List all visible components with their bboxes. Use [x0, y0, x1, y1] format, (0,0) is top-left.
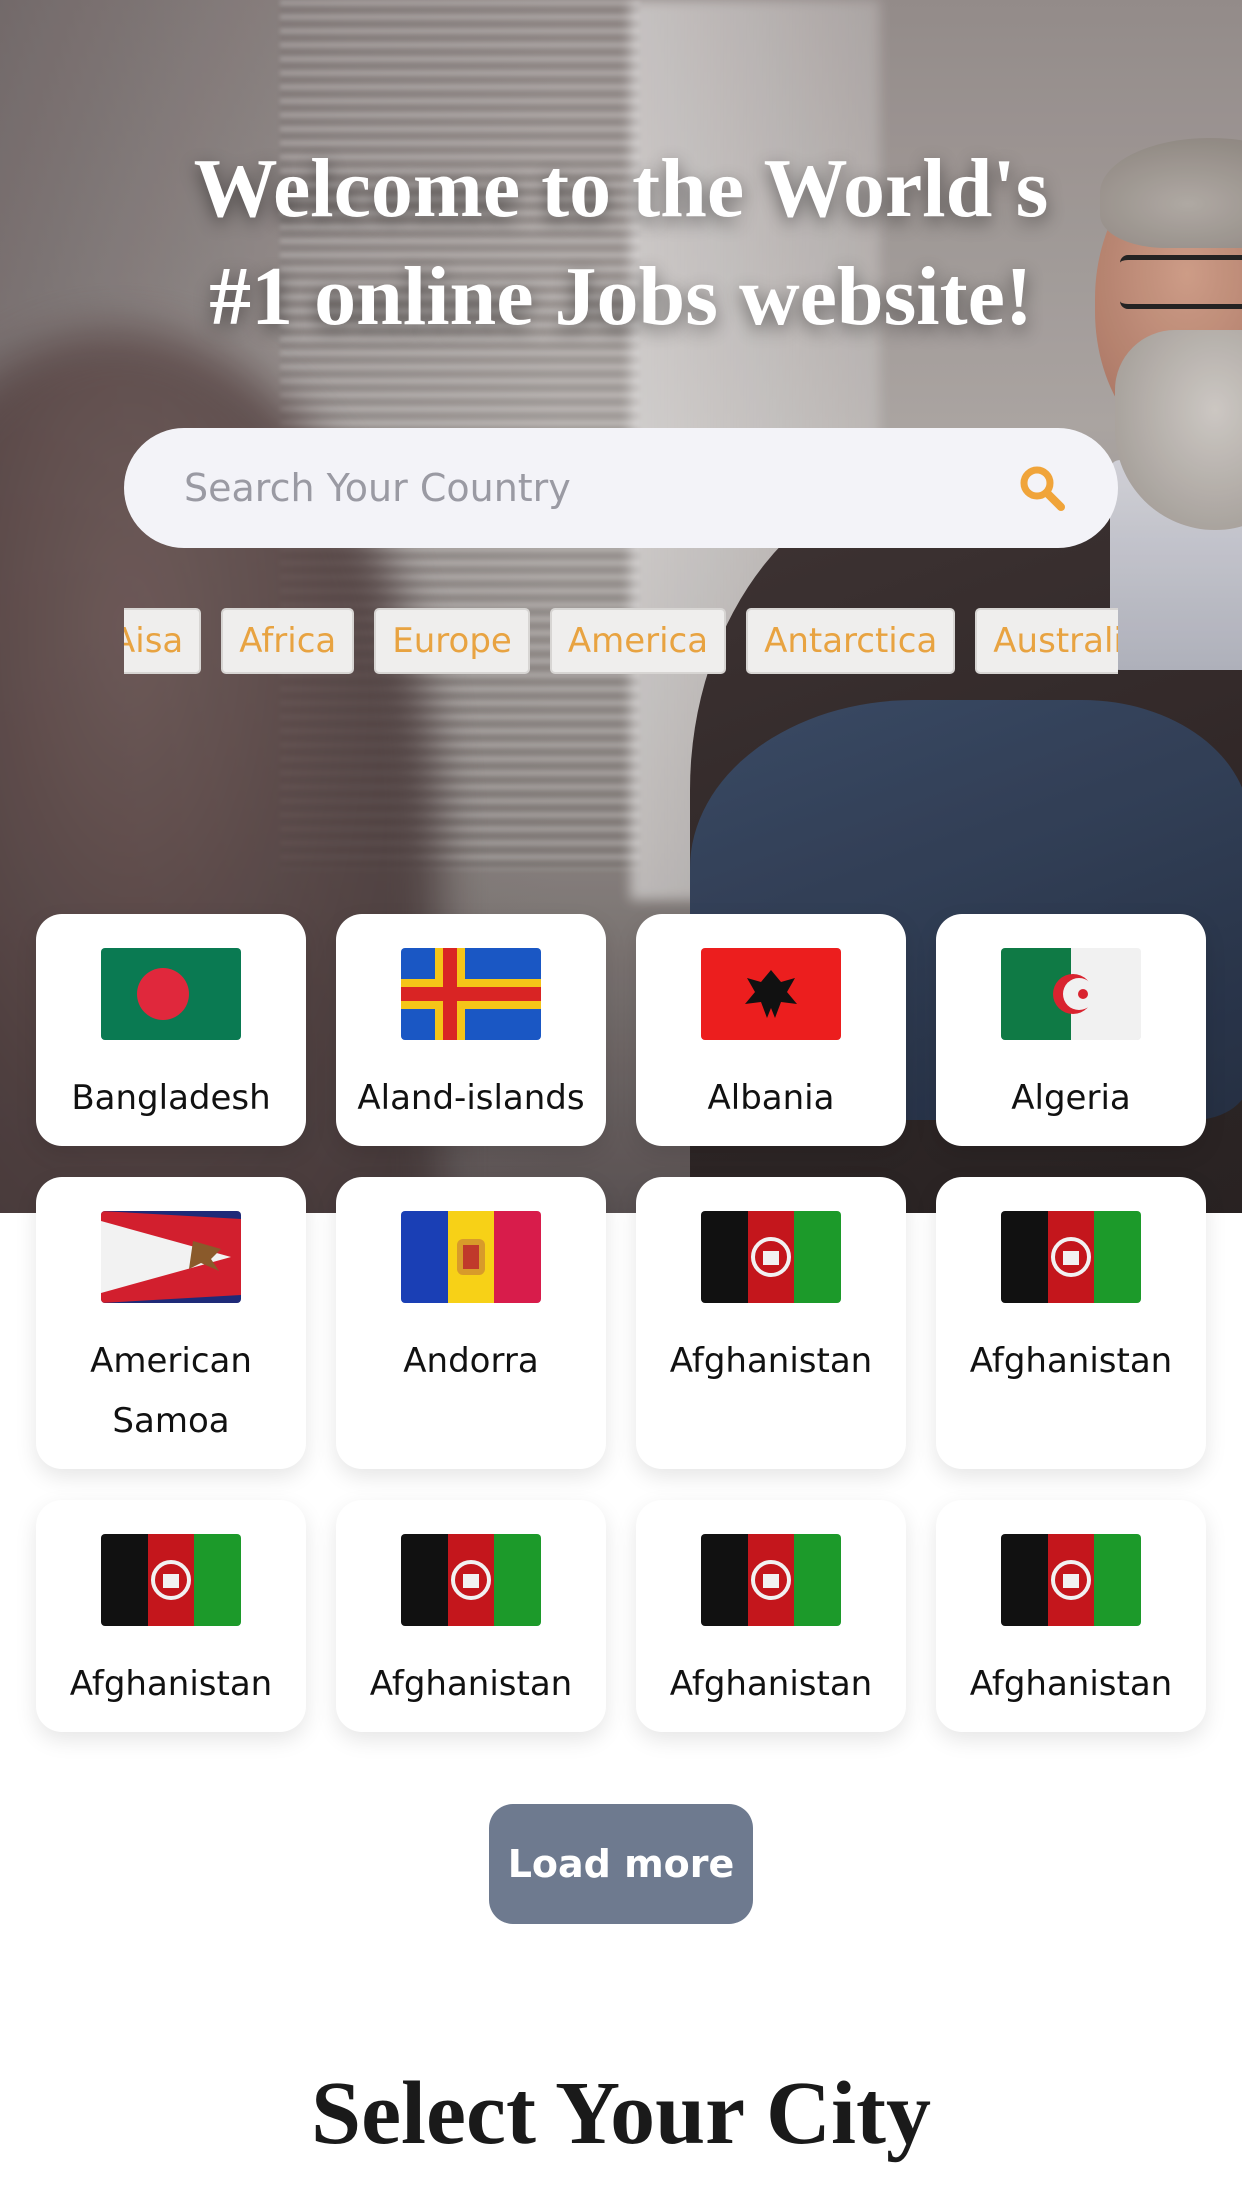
search-icon[interactable]	[1016, 462, 1068, 514]
country-name: Albania	[707, 1078, 835, 1118]
select-city-heading: Select Your City	[311, 2064, 931, 2163]
country-card-afghanistan[interactable]: Afghanistan	[636, 1500, 906, 1732]
country-name: American Samoa	[90, 1341, 252, 1441]
country-card-afghanistan[interactable]: Afghanistan	[336, 1500, 606, 1732]
country-name: Afghanistan	[669, 1664, 873, 1704]
country-search-bar	[124, 428, 1118, 548]
bangladesh-flag-icon	[101, 948, 241, 1040]
country-grid: Bangladesh Aland-islands Albania Algeria	[36, 914, 1206, 1146]
country-name: Afghanistan	[969, 1664, 1173, 1704]
country-name: Afghanistan	[69, 1664, 273, 1704]
afghanistan-flag-icon	[701, 1534, 841, 1626]
country-card-afghanistan[interactable]: Afghanistan	[636, 1177, 906, 1469]
afghanistan-flag-icon	[1001, 1211, 1141, 1303]
country-grid-row-2: American Samoa Andorra Afghanistan Afgha…	[36, 1177, 1206, 1469]
country-grid-row-3: Afghanistan Afghanistan Afghanistan Afgh…	[36, 1500, 1206, 1732]
albania-flag-icon	[701, 948, 841, 1040]
andorra-flag-icon	[401, 1211, 541, 1303]
aland-islands-flag-icon	[401, 948, 541, 1040]
hero-title-line2: #1 online Jobs website!	[209, 250, 1033, 343]
country-search-input[interactable]	[184, 466, 1016, 510]
country-card-albania[interactable]: Albania	[636, 914, 906, 1146]
continent-chip-asia[interactable]: Aisa	[124, 608, 202, 674]
afghanistan-flag-icon	[101, 1534, 241, 1626]
country-name: Aland-islands	[357, 1078, 585, 1118]
continent-filter-bar: Aisa Africa Europe America Antarctica Au…	[124, 608, 1118, 676]
country-card-aland-islands[interactable]: Aland-islands	[336, 914, 606, 1146]
continent-chip-america[interactable]: America	[549, 608, 727, 674]
country-name: Algeria	[1011, 1078, 1131, 1118]
continent-chip-antarctica[interactable]: Antarctica	[746, 608, 956, 674]
country-name: Afghanistan	[369, 1664, 573, 1704]
country-name: Andorra	[403, 1341, 539, 1381]
continent-chip-europe[interactable]: Europe	[374, 608, 530, 674]
afghanistan-flag-icon	[1001, 1534, 1141, 1626]
country-card-algeria[interactable]: Algeria	[936, 914, 1206, 1146]
afghanistan-flag-icon	[701, 1211, 841, 1303]
american-samoa-flag-icon	[101, 1211, 241, 1303]
country-card-afghanistan[interactable]: Afghanistan	[36, 1500, 306, 1732]
country-card-andorra[interactable]: Andorra	[336, 1177, 606, 1469]
continent-chip-africa[interactable]: Africa	[221, 608, 355, 674]
country-name: Afghanistan	[669, 1341, 873, 1381]
country-name: Bangladesh	[71, 1078, 271, 1118]
country-name: Afghanistan	[969, 1341, 1173, 1381]
hero-title: Welcome to the World's #1 online Jobs we…	[60, 135, 1182, 351]
load-more-button[interactable]: Load more	[489, 1804, 753, 1924]
country-card-afghanistan[interactable]: Afghanistan	[936, 1177, 1206, 1469]
hero-title-line1: Welcome to the World's	[193, 142, 1049, 235]
country-card-american-samoa[interactable]: American Samoa	[36, 1177, 306, 1469]
algeria-flag-icon	[1001, 948, 1141, 1040]
continent-chip-australia[interactable]: Australia	[975, 608, 1118, 674]
country-card-afghanistan[interactable]: Afghanistan	[936, 1500, 1206, 1732]
country-card-bangladesh[interactable]: Bangladesh	[36, 914, 306, 1146]
afghanistan-flag-icon	[401, 1534, 541, 1626]
